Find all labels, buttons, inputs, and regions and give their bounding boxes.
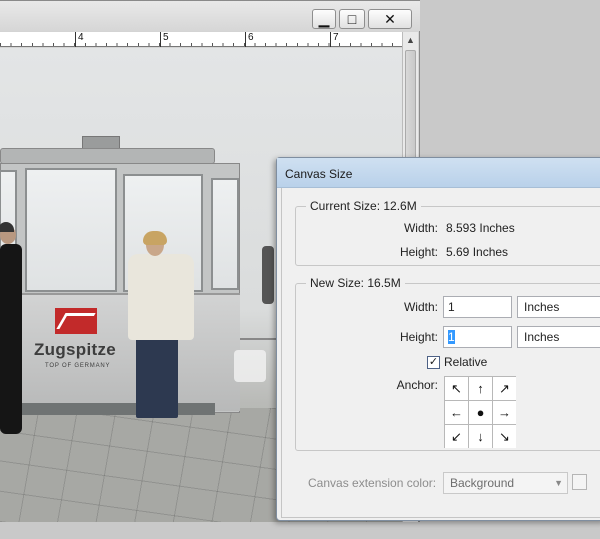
document-titlebar: ▁ □ ✕: [0, 1, 420, 31]
anchor-top-left-icon[interactable]: ↖: [445, 377, 468, 400]
ruler-major-tick: [330, 32, 331, 47]
extension-color-select[interactable]: Background ▼: [443, 472, 568, 494]
photo-bag: [234, 350, 266, 382]
relative-label: Relative: [444, 355, 488, 369]
new-width-label: Width:: [403, 300, 438, 314]
dialog-title: Canvas Size: [285, 167, 353, 181]
current-size-legend: Current Size: 12.6M: [306, 199, 421, 213]
new-width-unit: Inches: [524, 300, 560, 314]
anchor-bottom-right-icon[interactable]: ↘: [493, 425, 516, 448]
extension-color-swatch[interactable]: [572, 474, 587, 490]
photo-person-woman: [126, 231, 196, 424]
new-height-label: Height:: [399, 330, 438, 344]
ruler-major-tick: [75, 32, 76, 47]
ruler-label-7: 7: [333, 32, 339, 43]
new-width-unit-select[interactable]: Inches: [517, 296, 600, 318]
new-height-unit: Inches: [524, 330, 560, 344]
current-width-label: Width:: [403, 221, 438, 235]
anchor-center-icon[interactable]: ●: [469, 401, 492, 424]
ruler-major-tick: [160, 32, 161, 47]
extension-color-value: Background: [450, 476, 515, 490]
relative-checkbox[interactable]: ✓: [427, 356, 440, 369]
anchor-left-icon[interactable]: ←: [445, 401, 468, 424]
photo-sign-brand: Zugspitze: [34, 340, 117, 359]
anchor-bottom-icon[interactable]: ↓: [469, 425, 492, 448]
new-height-unit-select[interactable]: Inches: [517, 326, 600, 348]
ruler-major-tick: [245, 32, 246, 47]
new-width-input[interactable]: 1: [443, 296, 512, 318]
cable-car-roof: [0, 148, 215, 164]
anchor-top-right-icon[interactable]: ↗: [493, 377, 516, 400]
ruler-label-5: 5: [163, 32, 169, 43]
photo-background-person: [262, 246, 274, 304]
minimize-button[interactable]: ▁: [312, 9, 336, 29]
chevron-down-icon: ▼: [554, 478, 563, 488]
new-size-legend: New Size: 16.5M: [306, 276, 405, 290]
anchor-top-icon[interactable]: ↑: [469, 377, 492, 400]
anchor-right-icon[interactable]: →: [493, 401, 516, 424]
cable-car-window: [25, 168, 117, 292]
new-height-value: 1: [448, 330, 455, 344]
new-height-input[interactable]: 1: [443, 326, 512, 348]
maximize-button[interactable]: □: [339, 9, 365, 29]
extension-color-label: Canvas extension color:: [308, 476, 437, 490]
current-width-value: 8.593 Inches: [446, 221, 515, 235]
anchor-label: Anchor:: [396, 378, 438, 392]
new-width-value: 1: [448, 300, 455, 314]
ruler-label-6: 6: [248, 32, 254, 43]
horizontal-ruler: 4 5 6 7: [0, 32, 402, 47]
anchor-bottom-left-icon[interactable]: ↙: [445, 425, 468, 448]
zugspitze-logo-icon: [55, 308, 97, 334]
anchor-grid[interactable]: ↖ ↑ ↗ ← ● → ↙ ↓ ↘: [444, 376, 516, 448]
current-height-label: Height:: [399, 245, 438, 259]
dialog-titlebar[interactable]: Canvas Size: [277, 158, 600, 188]
ruler-label-4: 4: [78, 32, 84, 43]
cable-car-window: [211, 178, 239, 290]
photo-sign-tagline: TOP OF GERMANY: [45, 363, 111, 369]
current-height-value: 5.69 Inches: [446, 245, 509, 259]
close-button[interactable]: ✕: [368, 9, 412, 29]
photo-person-man: [0, 222, 22, 434]
scroll-up-icon[interactable]: ▲: [406, 35, 415, 45]
